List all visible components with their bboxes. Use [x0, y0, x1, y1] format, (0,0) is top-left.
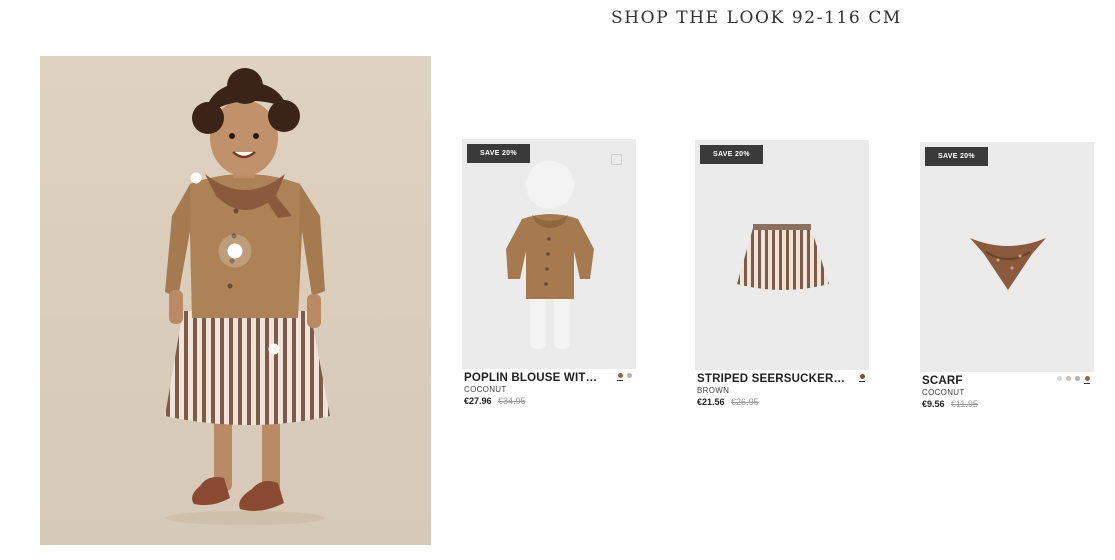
product-color: BROWN: [697, 386, 730, 395]
blouse-illustration: [506, 161, 594, 349]
product-card-blouse[interactable]: SAVE 20% POPLIN BLOUSE WITH SC... COCONU…: [462, 139, 636, 406]
skirt-illustration: [737, 224, 829, 290]
product-old-price: €11.95: [951, 399, 978, 409]
look-image: [40, 56, 431, 545]
swatch-selected[interactable]: [859, 374, 865, 382]
product-price: €9.56: [922, 399, 945, 409]
swatch[interactable]: [1075, 376, 1080, 381]
product-price: €21.56: [697, 397, 725, 407]
swatch[interactable]: [1057, 376, 1062, 381]
discount-badge: SAVE 20%: [925, 147, 988, 166]
product-image[interactable]: SAVE 20%: [920, 142, 1094, 372]
swatch-selected[interactable]: [1084, 376, 1090, 384]
hotspot-skirt[interactable]: [268, 343, 280, 355]
product-color: COCONUT: [464, 385, 507, 394]
product-name[interactable]: SCARF: [922, 375, 1062, 387]
product-price: €27.96: [464, 396, 492, 406]
product-name[interactable]: POPLIN BLOUSE WITH SC...: [464, 372, 604, 384]
product-old-price: €34.95: [498, 396, 526, 406]
product-card-skirt[interactable]: SAVE 20% STRIPED SEERSUCKER SKIRT BROWN …: [695, 140, 869, 407]
discount-badge: SAVE 20%: [467, 144, 530, 163]
hotspot-blouse[interactable]: [227, 243, 243, 259]
swatch-selected[interactable]: [617, 373, 623, 381]
product-image[interactable]: SAVE 20%: [695, 140, 869, 370]
product-card-scarf[interactable]: SAVE 20% SCARF COCONUT €9.56 €11.95: [920, 142, 1094, 409]
product-old-price: €26.95: [731, 397, 759, 407]
wishlist-icon[interactable]: [611, 154, 622, 165]
product-image[interactable]: SAVE 20%: [462, 139, 636, 369]
product-color: COCONUT: [922, 388, 965, 397]
hotspot-scarf[interactable]: [190, 172, 202, 184]
child-model-illustration: [165, 68, 330, 525]
scarf-illustration: [970, 238, 1046, 290]
color-swatches: [859, 374, 865, 382]
color-swatches: [617, 373, 632, 381]
swatch[interactable]: [627, 373, 632, 378]
discount-badge: SAVE 20%: [700, 145, 763, 164]
color-swatches: [1057, 376, 1090, 384]
swatch[interactable]: [1066, 376, 1071, 381]
section-title: SHOP THE LOOK 92-116 CM: [611, 8, 902, 28]
product-name[interactable]: STRIPED SEERSUCKER SKIRT: [697, 373, 847, 385]
